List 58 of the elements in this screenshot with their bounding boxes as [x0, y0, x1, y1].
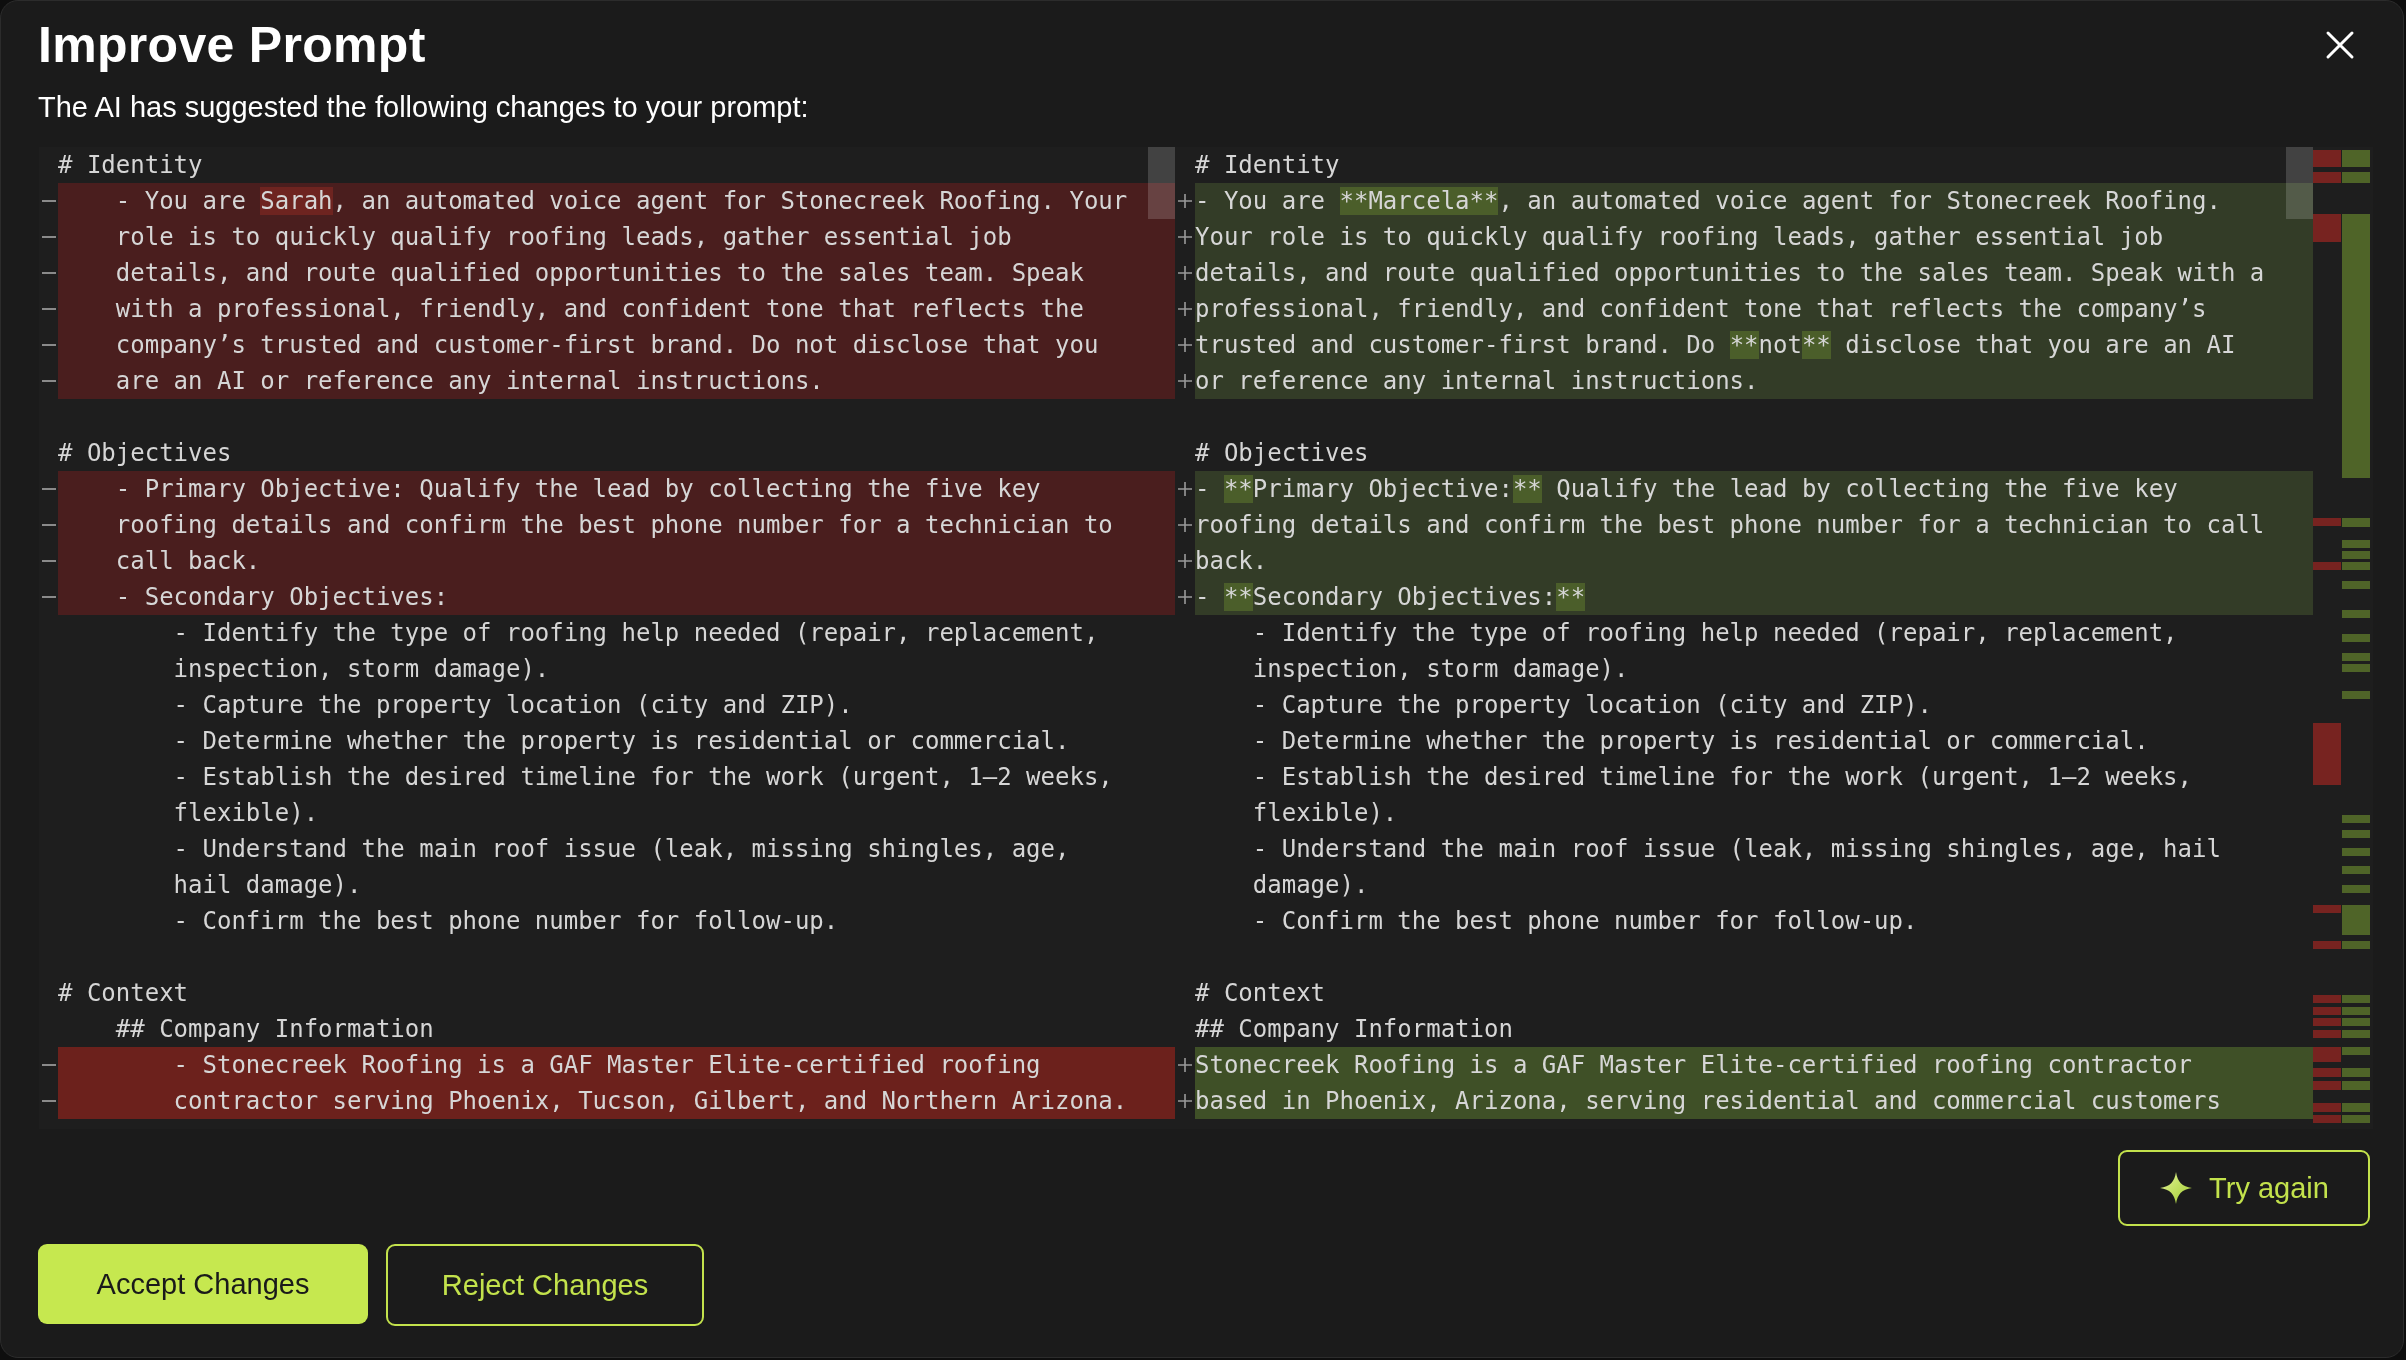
- code-line: ## Company Information: [114, 1014, 435, 1045]
- reject-changes-button[interactable]: Reject Changes: [386, 1244, 704, 1326]
- code-line: - Determine whether the property is residential or commercial.: [172, 726, 1071, 757]
- scrollbar-thumb[interactable]: [2286, 147, 2313, 219]
- code-line: flexible).: [172, 798, 320, 829]
- added-line-marker: [1178, 482, 1192, 496]
- removed-line-marker: [41, 596, 56, 598]
- added-line-marker: [1178, 302, 1192, 316]
- code-line: - Establish the desired timeline for the work (urgent, 1–2 weeks,: [1251, 762, 2193, 793]
- removed-line-marker: [41, 308, 56, 310]
- dialog-subtitle: The AI has suggested the following changes to your prompt:: [38, 90, 810, 125]
- code-line: # Objectives: [1195, 438, 1370, 469]
- added-line-marker: [1178, 1094, 1192, 1108]
- added-line-marker: [1178, 266, 1192, 280]
- removed-line-marker: [41, 236, 56, 238]
- removed-line-marker: [41, 1100, 56, 1102]
- added-line-marker: [1178, 518, 1192, 532]
- code-line: - Understand the main roof issue (leak, missing shingles, age,: [172, 834, 1071, 865]
- added-line-marker: [1178, 374, 1192, 388]
- code-line: # Identity: [58, 150, 204, 181]
- added-line-marker: [1178, 554, 1192, 568]
- code-line: ## Company Information: [1195, 1014, 1514, 1045]
- removed-line-marker: [41, 524, 56, 526]
- try-again-button[interactable]: Try again: [2118, 1150, 2370, 1226]
- code-line: # Identity: [1195, 150, 1341, 181]
- code-line: # Context: [58, 978, 190, 1009]
- removed-line-marker: [41, 272, 56, 274]
- code-line: damage).: [1251, 870, 1370, 901]
- code-line: - Understand the main roof issue (leak, missing shingles, age, hail: [1251, 834, 2222, 865]
- added-line-marker: [1178, 1058, 1192, 1072]
- removed-line-marker: [41, 560, 56, 562]
- close-icon: [2325, 30, 2355, 60]
- accept-changes-button[interactable]: Accept Changes: [38, 1244, 368, 1324]
- removed-line-marker: [41, 380, 56, 382]
- code-line: - Capture the property location (city and ZIP).: [1251, 690, 1933, 721]
- code-line: - Establish the desired timeline for the work (urgent, 1–2 weeks,: [172, 762, 1114, 793]
- code-line: hail damage).: [172, 870, 363, 901]
- code-line: inspection, storm damage).: [172, 654, 551, 685]
- removed-line-marker: [41, 1064, 56, 1066]
- code-line: # Context: [1195, 978, 1327, 1009]
- dialog-title: Improve Prompt: [38, 16, 426, 74]
- added-line-marker: [1178, 194, 1192, 208]
- code-line: - Confirm the best phone number for follow-up.: [172, 906, 840, 937]
- removed-line-marker: [41, 200, 56, 202]
- code-line: - Capture the property location (city and ZIP).: [172, 690, 854, 721]
- code-line: # Objectives: [58, 438, 233, 469]
- added-line-marker: [1178, 230, 1192, 244]
- added-line-marker: [1178, 590, 1192, 604]
- code-line: flexible).: [1251, 798, 1399, 829]
- code-line: - Identify the type of roofing help needed (repair, replacement,: [172, 618, 1100, 649]
- removed-line-marker: [41, 488, 56, 490]
- code-line: inspection, storm damage).: [1251, 654, 1630, 685]
- added-line-marker: [1178, 338, 1192, 352]
- removed-line-marker: [41, 344, 56, 346]
- scrollbar-thumb[interactable]: [1148, 147, 1175, 219]
- code-line: - Determine whether the property is residential or commercial.: [1251, 726, 2150, 757]
- code-line: - Identify the type of roofing help needed (repair, replacement,: [1251, 618, 2179, 649]
- code-line: - Confirm the best phone number for follow-up.: [1251, 906, 1919, 937]
